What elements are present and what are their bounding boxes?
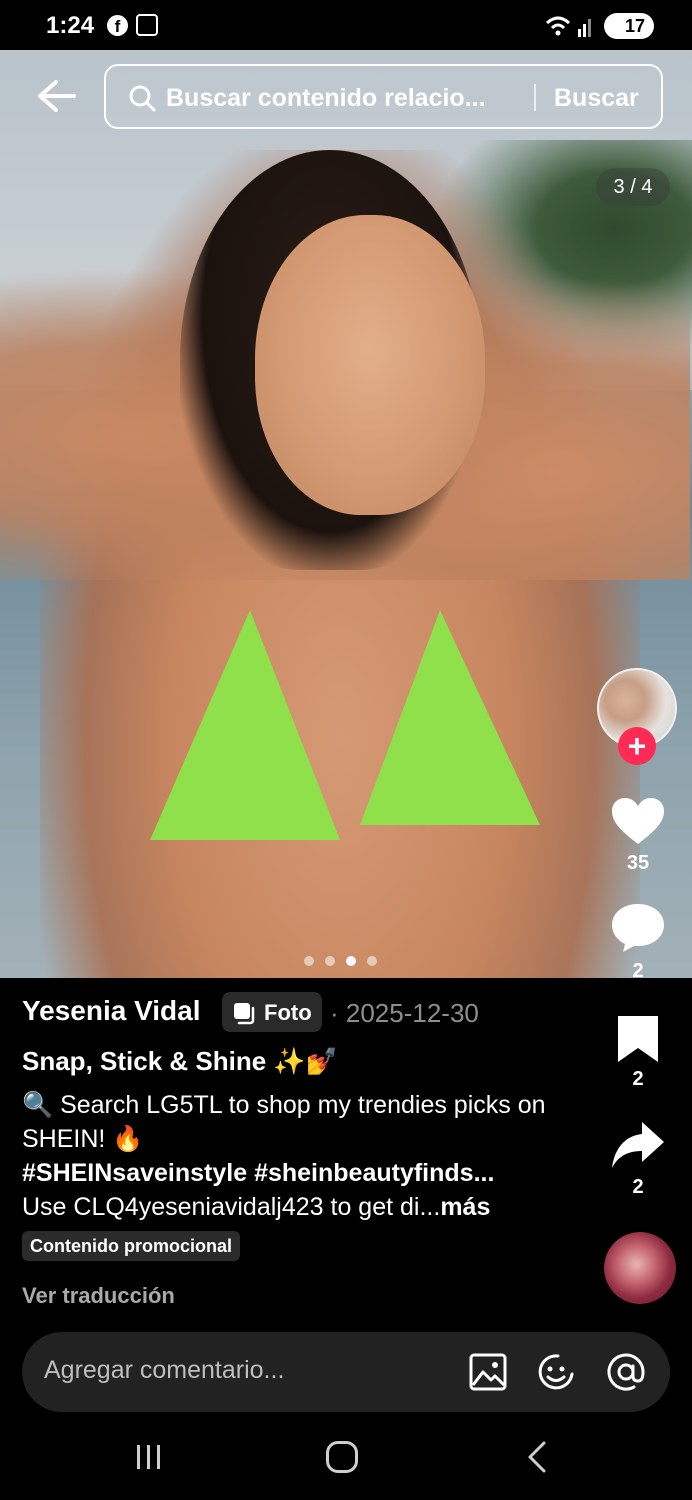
wifi-signal-icon: [545, 16, 591, 37]
search-icon: [129, 85, 156, 112]
comment-input[interactable]: Agregar comentario...: [44, 1356, 284, 1385]
carousel-dot: [304, 956, 314, 966]
facebook-notification-icon: f: [107, 15, 128, 36]
description-line: Use CLQ4yeseniavidalj423 to get di...: [22, 1193, 441, 1221]
screenshot-notification-icon: [136, 14, 158, 36]
photo-swimwear-left: [150, 610, 340, 840]
carousel-dot: [325, 956, 335, 966]
carousel-dot-active: [346, 956, 356, 966]
bookmark-count: 2: [632, 1068, 644, 1090]
bookmark-icon[interactable]: [616, 1014, 660, 1064]
photo-swimwear-right: [360, 610, 540, 825]
heart-icon[interactable]: [610, 796, 666, 846]
carousel-dots: [304, 956, 377, 966]
recent-apps-icon[interactable]: [134, 1442, 164, 1472]
back-arrow-icon[interactable]: [36, 78, 76, 114]
promoted-content-label: Contenido promocional: [22, 1231, 240, 1261]
search-button[interactable]: Buscar: [554, 84, 639, 113]
system-back-icon[interactable]: [522, 1440, 552, 1474]
sound-avatar[interactable]: [604, 1232, 676, 1304]
post-date: · 2025-12-30: [330, 998, 479, 1028]
post-photo[interactable]: 3 / 4: [0, 50, 692, 978]
search-input[interactable]: Buscar contenido relacio...: [166, 84, 486, 113]
emoji-icon[interactable]: [536, 1352, 576, 1392]
photo-subject-face: [255, 215, 485, 515]
status-time: 1:24: [46, 12, 95, 39]
system-nav-bar: [0, 1418, 692, 1500]
carousel-dot: [367, 956, 377, 966]
post-type-badge: Foto: [222, 992, 322, 1032]
image-icon[interactable]: [468, 1352, 508, 1392]
see-translation-link[interactable]: Ver traducción: [22, 1283, 175, 1309]
image-counter: 3 / 4: [596, 168, 670, 206]
search-bar[interactable]: Buscar contenido relacio... Buscar: [104, 64, 663, 129]
author-name[interactable]: Yesenia Vidal: [22, 995, 201, 1027]
description-hashtags[interactable]: #SHEINsaveinstyle #sheinbeautyfinds...: [22, 1156, 582, 1190]
comment-count: 2: [632, 960, 644, 982]
post-title: Snap, Stick & Shine ✨💅: [22, 1046, 339, 1076]
photo-stack-icon: [234, 1003, 255, 1025]
see-more-link[interactable]: más: [440, 1193, 490, 1221]
follow-button[interactable]: +: [618, 727, 656, 765]
at-icon[interactable]: [606, 1352, 646, 1392]
home-button[interactable]: [326, 1441, 358, 1473]
share-count: 2: [632, 1176, 644, 1198]
like-count: 35: [626, 852, 650, 874]
search-divider: [534, 84, 536, 111]
status-bar: 1:24 f 17: [0, 0, 692, 50]
battery-indicator: 17: [604, 13, 654, 39]
description-line: 🔍 Search LG5TL to shop my trendies picks…: [22, 1091, 546, 1153]
post-type-label: Foto: [264, 1000, 312, 1025]
comment-icon[interactable]: [610, 902, 666, 954]
post-description[interactable]: 🔍 Search LG5TL to shop my trendies picks…: [22, 1088, 582, 1224]
comment-bar[interactable]: Agregar comentario...: [22, 1332, 670, 1412]
share-icon[interactable]: [610, 1120, 666, 1170]
